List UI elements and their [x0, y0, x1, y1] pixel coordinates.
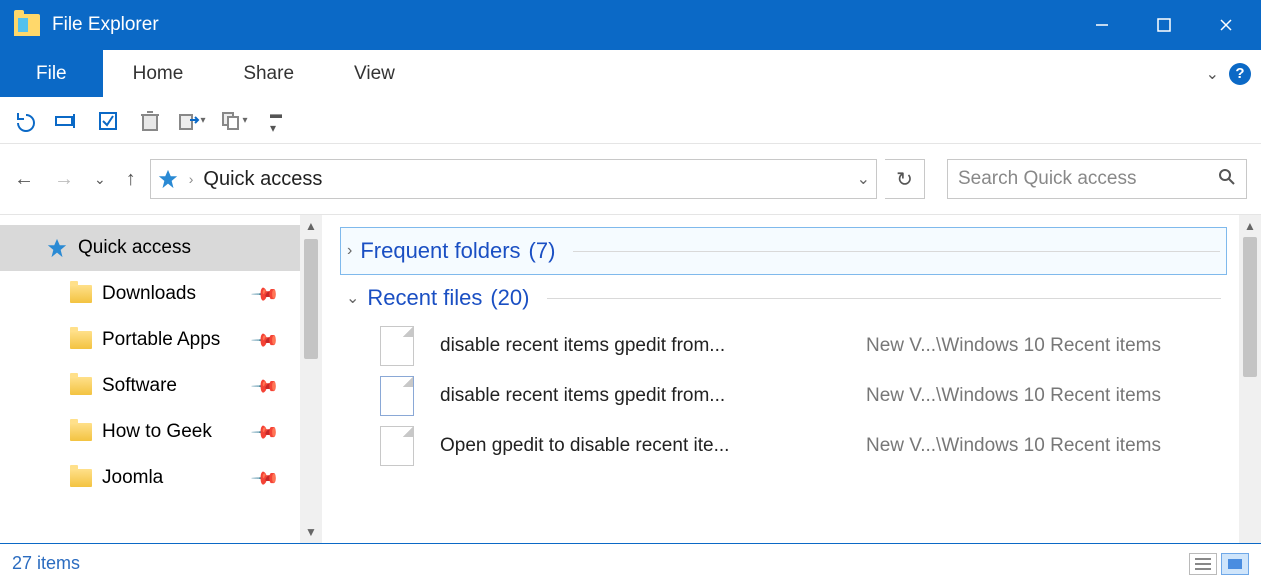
- tree-quick-access[interactable]: Quick access: [0, 225, 300, 271]
- folder-icon: [70, 469, 92, 487]
- title-bar: File Explorer: [0, 0, 1261, 50]
- file-row[interactable]: disable recent items gpedit from... New …: [340, 321, 1227, 371]
- tab-share[interactable]: Share: [213, 50, 324, 97]
- search-icon: [1218, 168, 1236, 191]
- forward-button[interactable]: →: [54, 168, 74, 191]
- properties-checkbox-icon[interactable]: [94, 107, 122, 135]
- status-bar: 27 items: [0, 543, 1261, 583]
- group-frequent-folders[interactable]: › Frequent folders (7): [340, 227, 1227, 275]
- move-to-button[interactable]: ▾: [178, 107, 206, 135]
- folder-icon: [70, 331, 92, 349]
- window-controls: [1071, 0, 1257, 50]
- scroll-up-icon[interactable]: ▲: [1244, 219, 1256, 233]
- rename-button[interactable]: [52, 107, 80, 135]
- ribbon-collapse-icon[interactable]: ⌄: [1206, 64, 1219, 84]
- pin-icon: 📌: [249, 279, 280, 310]
- copy-button[interactable]: ▾: [220, 107, 248, 135]
- pin-icon: 📌: [249, 325, 280, 356]
- scroll-up-icon[interactable]: ▲: [305, 219, 317, 233]
- nav-arrows: ← → ⌄ ↑: [14, 168, 142, 191]
- search-box[interactable]: Search Quick access: [947, 159, 1247, 199]
- maximize-button[interactable]: [1133, 0, 1195, 50]
- minimize-button[interactable]: [1071, 0, 1133, 50]
- group-recent-files[interactable]: ⌄ Recent files (20): [340, 275, 1227, 321]
- quick-access-toolbar: ▾ ▾ ▬▾: [0, 98, 1261, 144]
- tree-item-label: Portable Apps: [102, 329, 220, 351]
- pin-icon: 📌: [249, 417, 280, 448]
- tree-item-downloads[interactable]: Downloads 📌: [0, 271, 300, 317]
- file-path: New V...\Windows 10 Recent items: [866, 385, 1161, 407]
- group-recent-label: Recent files: [367, 285, 482, 311]
- group-frequent-count: (7): [529, 238, 556, 264]
- tab-view[interactable]: View: [324, 50, 425, 97]
- tree-item-joomla[interactable]: Joomla 📌: [0, 455, 300, 501]
- address-location: Quick access: [203, 168, 322, 191]
- tree-item-label: Joomla: [102, 467, 163, 489]
- file-path: New V...\Windows 10 Recent items: [866, 435, 1161, 457]
- quick-access-star-icon: [157, 168, 179, 190]
- refresh-button[interactable]: ↻: [885, 159, 925, 199]
- help-button[interactable]: ?: [1229, 63, 1251, 85]
- view-toggle: [1189, 553, 1249, 575]
- file-row[interactable]: Open gpedit to disable recent ite... New…: [340, 421, 1227, 471]
- file-path: New V...\Windows 10 Recent items: [866, 335, 1161, 357]
- recycle-bin-icon[interactable]: [136, 107, 164, 135]
- chevron-right-icon: ›: [347, 242, 352, 260]
- back-button[interactable]: ←: [14, 168, 34, 191]
- folder-icon: [70, 285, 92, 303]
- close-button[interactable]: [1195, 0, 1257, 50]
- tree-item-software[interactable]: Software 📌: [0, 363, 300, 409]
- undo-button[interactable]: [10, 107, 38, 135]
- folder-icon: [70, 423, 92, 441]
- pin-icon: 📌: [249, 463, 280, 494]
- group-recent-count: (20): [490, 285, 529, 311]
- chevron-down-icon: ⌄: [346, 288, 359, 308]
- navigation-row: ← → ⌄ ↑ › Quick access ⌄ ↻ Search Quick …: [0, 144, 1261, 214]
- up-button[interactable]: ↑: [126, 168, 136, 191]
- address-bar[interactable]: › Quick access ⌄: [150, 159, 877, 199]
- tree-item-label: How to Geek: [102, 421, 212, 443]
- file-name: Open gpedit to disable recent ite...: [440, 435, 840, 457]
- tree-item-label: Downloads: [102, 283, 196, 305]
- window-title: File Explorer: [52, 14, 159, 36]
- file-icon: [380, 326, 414, 366]
- tree-quick-access-label: Quick access: [78, 237, 191, 259]
- address-dropdown-icon[interactable]: ⌄: [857, 169, 870, 189]
- recent-locations-button[interactable]: ⌄: [94, 171, 106, 188]
- tree-item-how-to-geek[interactable]: How to Geek 📌: [0, 409, 300, 455]
- file-name: disable recent items gpedit from...: [440, 335, 840, 357]
- tab-home[interactable]: Home: [103, 50, 214, 97]
- navigation-pane: Quick access Downloads 📌 Portable Apps 📌…: [0, 214, 322, 543]
- folder-icon: [70, 377, 92, 395]
- content-pane: › Frequent folders (7) ⌄ Recent files (2…: [322, 214, 1261, 543]
- tree-scrollbar[interactable]: ▲ ▼: [300, 215, 322, 543]
- tree-item-label: Software: [102, 375, 177, 397]
- app-icon: [14, 14, 40, 36]
- details-view-button[interactable]: [1189, 553, 1217, 575]
- breadcrumb-separator-icon: ›: [189, 171, 194, 187]
- scroll-thumb[interactable]: [304, 239, 318, 359]
- group-frequent-label: Frequent folders: [360, 238, 520, 264]
- file-icon: [380, 426, 414, 466]
- file-icon: [380, 376, 414, 416]
- tree-item-portable-apps[interactable]: Portable Apps 📌: [0, 317, 300, 363]
- pin-icon: 📌: [249, 371, 280, 402]
- file-name: disable recent items gpedit from...: [440, 385, 840, 407]
- ribbon-tabs: File Home Share View ⌄ ?: [0, 50, 1261, 98]
- scroll-down-icon[interactable]: ▼: [305, 525, 317, 539]
- content-scrollbar[interactable]: ▲: [1239, 215, 1261, 543]
- star-icon: [46, 237, 68, 259]
- customize-qat-button[interactable]: ▬▾: [262, 107, 290, 135]
- file-row[interactable]: disable recent items gpedit from... New …: [340, 371, 1227, 421]
- search-placeholder: Search Quick access: [958, 168, 1218, 190]
- tab-file[interactable]: File: [0, 50, 103, 97]
- status-item-count: 27 items: [12, 553, 80, 574]
- large-icons-view-button[interactable]: [1221, 553, 1249, 575]
- scroll-thumb[interactable]: [1243, 237, 1257, 377]
